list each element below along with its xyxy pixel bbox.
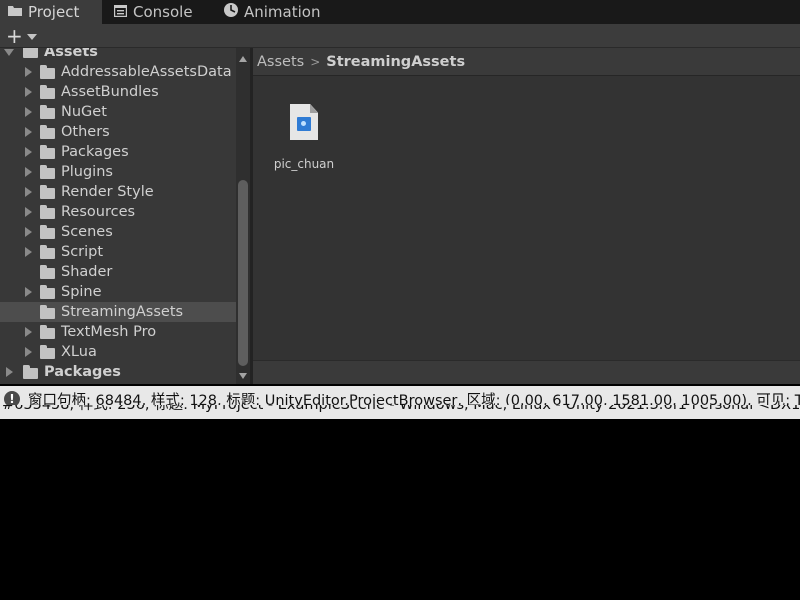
asset-label: pic_chuan	[273, 157, 335, 171]
expand-arrow-icon[interactable]	[4, 49, 14, 56]
tree-item-label: StreamingAssets	[61, 304, 184, 320]
folder-icon	[40, 185, 55, 199]
tab-project-label: Project	[28, 3, 80, 21]
collapsed-arrow-icon[interactable]	[25, 247, 32, 257]
tree-item-script[interactable]: Script	[0, 242, 236, 262]
tree-item-xlua[interactable]: XLua	[0, 342, 236, 362]
tree-item-label: Assets	[44, 48, 98, 60]
chevron-down-icon	[26, 34, 37, 40]
scroll-down-icon[interactable]	[239, 373, 247, 379]
collapsed-arrow-icon[interactable]	[25, 187, 32, 197]
asset-item[interactable]: pic_chuan	[269, 104, 339, 171]
image-file-icon	[290, 104, 318, 140]
collapsed-arrow-icon[interactable]	[25, 227, 32, 237]
tree-item-resources[interactable]: Resources	[0, 202, 236, 222]
tab-animation-label: Animation	[244, 3, 321, 21]
tree-item-label: NuGet	[61, 104, 107, 120]
tree-item-scenes[interactable]: Scenes	[0, 222, 236, 242]
animation-icon	[224, 3, 238, 21]
collapsed-arrow-icon[interactable]	[25, 167, 32, 177]
collapsed-arrow-icon[interactable]	[25, 287, 32, 297]
scroll-up-icon[interactable]	[239, 56, 247, 62]
folder-icon	[40, 325, 55, 339]
tab-project[interactable]: Project	[0, 0, 102, 24]
tree-item-label: Plugins	[61, 164, 113, 180]
collapsed-arrow-icon[interactable]	[25, 207, 32, 217]
tree-scrollbar[interactable]	[236, 48, 250, 384]
tree-item-label: XLua	[61, 344, 97, 360]
tree-item-textmesh-pro[interactable]: TextMesh Pro	[0, 322, 236, 342]
collapsed-arrow-icon[interactable]	[25, 107, 32, 117]
collapsed-arrow-icon[interactable]	[25, 147, 32, 157]
folder-icon	[40, 225, 55, 239]
tree-item-label: Spine	[61, 284, 102, 300]
folder-icon	[40, 165, 55, 179]
folder-icon	[23, 48, 38, 58]
breadcrumb-current[interactable]: StreamingAssets	[326, 54, 465, 70]
tab-console-label: Console	[133, 3, 193, 21]
folder-icon	[8, 3, 22, 21]
tree-item-others[interactable]: Others	[0, 122, 236, 142]
asset-grid-footer	[253, 360, 800, 384]
create-asset-dropdown-button[interactable]: +	[6, 26, 40, 46]
collapsed-arrow-icon[interactable]	[25, 347, 32, 357]
tree-item-shader[interactable]: Shader	[0, 262, 236, 282]
collapsed-arrow-icon[interactable]	[6, 367, 13, 377]
breadcrumb: Assets > StreamingAssets	[253, 48, 800, 76]
tree-item-assetbundles[interactable]: AssetBundles	[0, 82, 236, 102]
tree-item-nuget[interactable]: NuGet	[0, 102, 236, 122]
tree-item-addressableassetsdata[interactable]: AddressableAssetsData	[0, 62, 236, 82]
folder-icon	[40, 85, 55, 99]
tree-item-label: AssetBundles	[61, 84, 159, 100]
tree-item-plugins[interactable]: Plugins	[0, 162, 236, 182]
tree-item-label: Packages	[44, 364, 121, 380]
tree-item-label: Scenes	[61, 224, 113, 240]
folder-icon	[40, 265, 55, 279]
tree-item-label: Others	[61, 124, 110, 140]
tree-item-render-style[interactable]: Render Style	[0, 182, 236, 202]
folder-icon	[23, 365, 38, 379]
tree-item-packages-root[interactable]: Packages	[0, 362, 236, 382]
folder-icon	[40, 205, 55, 219]
folder-icon	[40, 245, 55, 259]
tab-console[interactable]: Console	[112, 0, 193, 24]
folder-icon	[40, 125, 55, 139]
scrollbar-thumb[interactable]	[238, 180, 248, 366]
folder-icon	[40, 145, 55, 159]
editor-tab-bar: Project Console Animation	[0, 0, 800, 24]
collapsed-arrow-icon[interactable]	[25, 87, 32, 97]
breadcrumb-assets[interactable]: Assets	[257, 54, 304, 70]
tree-item-label: Render Style	[61, 184, 154, 200]
tooltip-line2: #655458, 样式: 256, 标题: MyProject - Exampl…	[2, 405, 800, 413]
tree-item-label: Shader	[61, 264, 113, 280]
collapsed-arrow-icon[interactable]	[25, 327, 32, 337]
tree-item-label: Resources	[61, 204, 136, 220]
project-toolbar: +	[0, 24, 800, 48]
breadcrumb-separator-icon: >	[310, 54, 321, 69]
collapsed-arrow-icon[interactable]	[25, 67, 32, 77]
tree-item-label: TextMesh Pro	[61, 324, 157, 340]
tree-item-packages[interactable]: Packages	[0, 142, 236, 162]
window-info-tooltip-secondary: #655458, 样式: 256, 标题: MyProject - Exampl…	[0, 405, 800, 419]
collapsed-arrow-icon[interactable]	[25, 127, 32, 137]
folder-icon	[40, 305, 55, 319]
project-folder-tree: Assets AddressableAssetsData AssetBundle…	[0, 48, 236, 384]
plus-icon: +	[6, 24, 23, 48]
asset-grid-panel: Assets > StreamingAssets pic_chuan	[253, 48, 800, 384]
folder-icon	[40, 345, 55, 359]
tab-animation[interactable]: Animation	[222, 0, 320, 24]
tree-item-label: Packages	[61, 144, 129, 160]
tree-item-label: AddressableAssetsData	[61, 64, 232, 80]
folder-icon	[40, 105, 55, 119]
console-icon	[113, 3, 128, 21]
folder-icon	[40, 65, 55, 79]
tree-item-assets[interactable]: Assets	[0, 48, 236, 62]
tree-item-spine[interactable]: Spine	[0, 282, 236, 302]
folder-icon	[40, 285, 55, 299]
tree-item-label: Script	[61, 244, 104, 260]
tree-item-streamingassets[interactable]: StreamingAssets	[0, 302, 236, 322]
